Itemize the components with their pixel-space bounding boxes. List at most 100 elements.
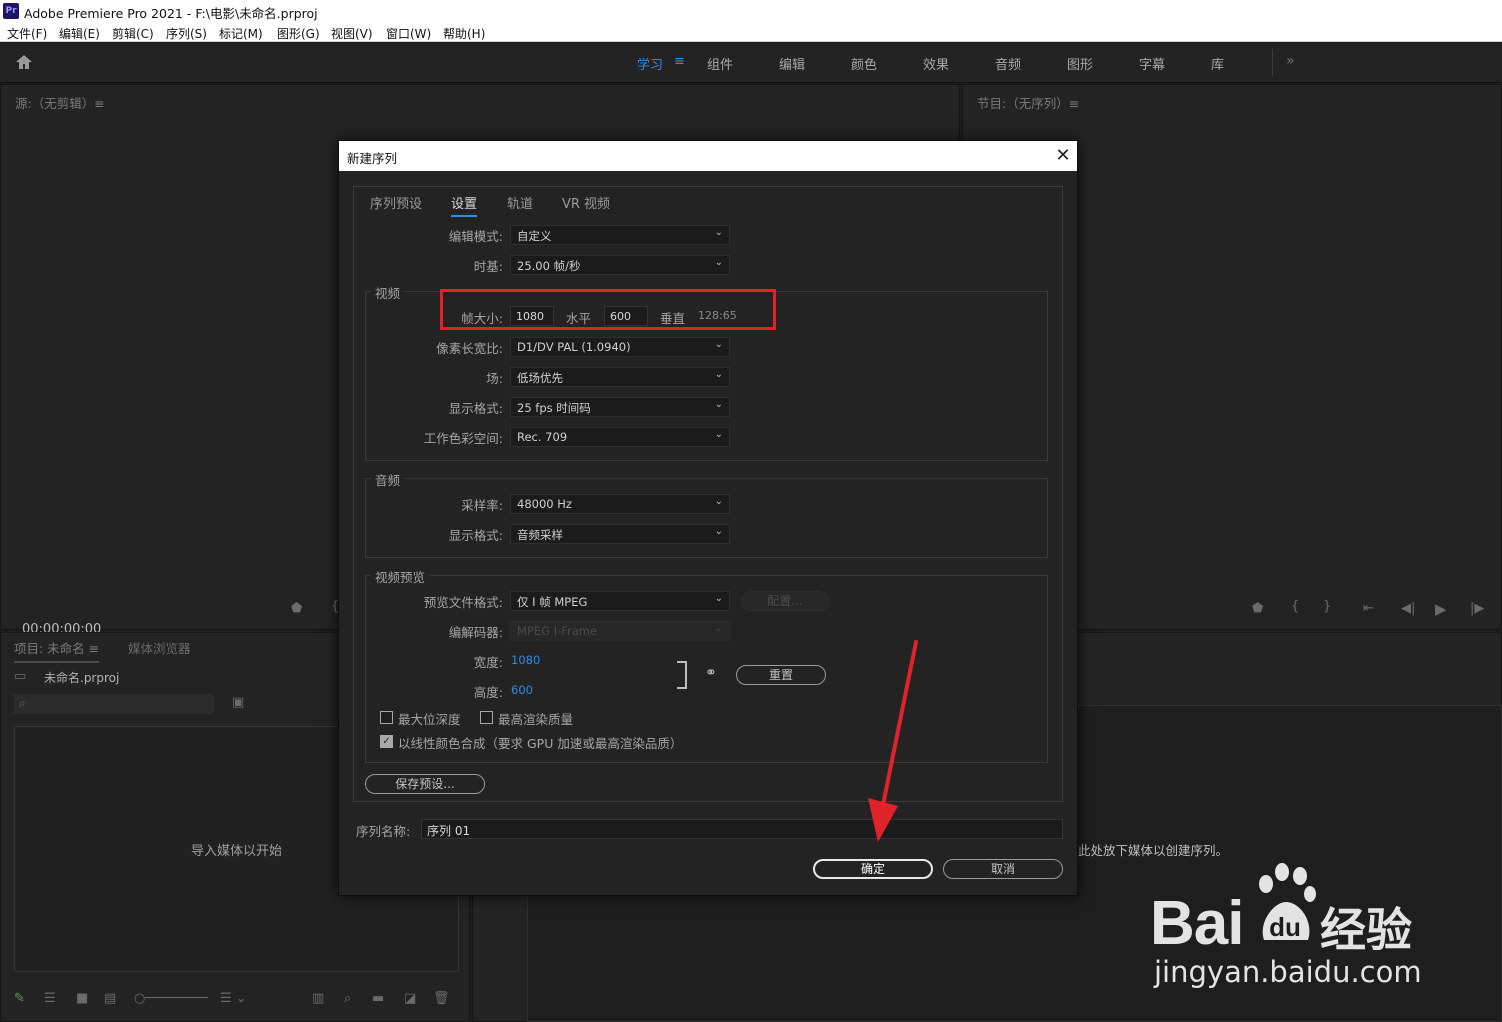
timebase-dropdown[interactable]: 25.00 帧/秒 ⌄ <box>510 255 730 275</box>
program-panel-title[interactable]: 节目:（无序列）≡ <box>977 93 1079 112</box>
menu-window[interactable]: 窗口(W) <box>386 25 431 42</box>
preview-height-value[interactable]: 600 <box>511 683 533 697</box>
workspace-tab-graphics[interactable]: 图形 <box>1067 54 1093 73</box>
paw-icon: du <box>1259 863 1316 942</box>
window-title: Adobe Premiere Pro 2021 - F:\电影\未命名.prpr… <box>24 6 318 21</box>
max-bit-depth-label[interactable]: 最大位深度 <box>398 709 461 728</box>
title-bar: Pr Adobe Premiere Pro 2021 - F:\电影\未命名.p… <box>0 0 1502 22</box>
premiere-app-icon: Pr <box>3 3 19 19</box>
menu-clip[interactable]: 剪辑(C) <box>112 25 154 42</box>
workspace-tab-audio[interactable]: 音频 <box>995 54 1021 73</box>
project-tab[interactable]: 项目: 未命名 ≡ <box>14 638 100 663</box>
pencil-icon[interactable]: ✎ <box>14 991 25 1006</box>
frame-size-highlight <box>440 289 776 330</box>
add-marker-icon[interactable]: ⬟ <box>1252 601 1263 616</box>
home-icon[interactable] <box>14 53 42 73</box>
codec-dropdown[interactable]: MPEG I-Frame ⌄ <box>510 621 730 641</box>
menu-graphics[interactable]: 图形(G) <box>277 25 320 42</box>
sample-rate-label: 采样率: <box>461 498 503 513</box>
tab-sequence-presets[interactable]: 序列预设 <box>370 193 422 212</box>
mark-out-icon[interactable]: } <box>1323 599 1331 614</box>
preview-file-format-label: 预览文件格式: <box>423 595 503 610</box>
baidu-jingyan-watermark: Bai du 经验 jingyan.baidu.com <box>1150 860 1450 1010</box>
fields-label: 场: <box>486 371 503 386</box>
pixel-aspect-dropdown[interactable]: D1/DV PAL (1.0940) ⌄ <box>510 337 730 357</box>
new-bin-icon[interactable]: ▬ <box>372 991 384 1006</box>
project-search-input[interactable]: ⌕ <box>14 694 214 714</box>
tab-tracks[interactable]: 轨道 <box>507 193 533 212</box>
watermark-logo-suffix: 经验 <box>1320 903 1412 957</box>
menu-view[interactable]: 视图(V) <box>331 25 373 42</box>
workspace-tab-learn[interactable]: 学习 <box>637 54 663 73</box>
chevron-down-icon: ⌄ <box>714 369 723 380</box>
video-display-format-dropdown[interactable]: 25 fps 时间码 ⌄ <box>510 397 730 417</box>
chevron-down-icon: ⌄ <box>714 623 723 634</box>
red-arrow-annotation <box>868 640 918 842</box>
workspace-overflow-icon[interactable]: » <box>1286 53 1295 69</box>
list-view-icon[interactable]: ☰ <box>44 991 56 1006</box>
max-bit-depth-checkbox[interactable] <box>380 711 393 724</box>
freeform-view-icon[interactable]: ▤ <box>104 991 116 1006</box>
sample-rate-dropdown[interactable]: 48000 Hz ⌄ <box>510 494 730 514</box>
link-icon[interactable]: ⚭ <box>705 665 717 681</box>
workspace-tab-libraries[interactable]: 库 <box>1211 54 1224 73</box>
preview-width-value[interactable]: 1080 <box>511 653 540 667</box>
cancel-button[interactable]: 取消 <box>943 859 1063 879</box>
color-space-dropdown[interactable]: Rec. 709 ⌄ <box>510 427 730 447</box>
watermark-url: jingyan.baidu.com <box>1154 955 1422 989</box>
new-bin-icon[interactable]: ▣ <box>232 695 244 710</box>
menu-marker[interactable]: 标记(M) <box>219 25 263 42</box>
ok-button[interactable]: 确定 <box>813 859 933 879</box>
menu-edit[interactable]: 编辑(E) <box>59 25 100 42</box>
video-group-label: 视频 <box>371 283 405 302</box>
zoom-slider-icon[interactable]: ○──────── <box>134 991 208 1006</box>
configure-button[interactable]: 配置... <box>741 591 829 611</box>
source-panel-title[interactable]: 源:（无剪辑）≡ <box>15 93 105 112</box>
tab-vr-video[interactable]: VR 视频 <box>562 193 610 212</box>
dialog-title-bar: 新建序列 ✕ <box>339 141 1077 171</box>
new-sequence-dialog: 新建序列 ✕ 序列预设 设置 轨道 VR 视频 编辑模式: 自定义 ⌄ 时基: 2… <box>338 140 1078 896</box>
go-to-in-icon[interactable]: ⇤ <box>1363 601 1374 616</box>
menu-sequence[interactable]: 序列(S) <box>166 25 207 42</box>
step-forward-icon[interactable]: |▶ <box>1470 601 1484 616</box>
timeline-drop-hint: 此处放下媒体以创建序列。 <box>1078 843 1229 858</box>
delete-icon[interactable]: 🗑 <box>433 991 450 1006</box>
workspace-tab-effects[interactable]: 效果 <box>923 54 949 73</box>
step-back-icon[interactable]: ◀| <box>1401 601 1415 616</box>
close-icon[interactable]: ✕ <box>1051 144 1075 168</box>
max-render-quality-checkbox[interactable] <box>480 711 493 724</box>
mark-in-icon[interactable]: { <box>1291 599 1299 614</box>
tab-settings[interactable]: 设置 <box>451 193 478 217</box>
media-browser-tab[interactable]: 媒体浏览器 <box>128 638 191 657</box>
chevron-down-icon: ⌄ <box>714 399 723 410</box>
reset-button[interactable]: 重置 <box>736 665 826 685</box>
menu-help[interactable]: 帮助(H) <box>443 25 485 42</box>
fields-dropdown[interactable]: 低场优先 ⌄ <box>510 367 730 387</box>
new-item-icon[interactable]: ◪ <box>404 991 416 1006</box>
sequence-name-input[interactable]: 序列 01 <box>421 819 1063 839</box>
chevron-down-icon: ⌄ <box>714 526 723 537</box>
audio-display-format-dropdown[interactable]: 音频采样 ⌄ <box>510 524 730 544</box>
edit-mode-dropdown[interactable]: 自定义 ⌄ <box>510 225 730 245</box>
sort-icon[interactable]: ☰ ⌄ <box>220 991 247 1006</box>
chevron-down-icon: ⌄ <box>714 339 723 350</box>
linear-color-label[interactable]: 以线性颜色合成（要求 GPU 加速或最高渲染品质） <box>398 733 682 752</box>
icon-view-icon[interactable]: ■ <box>76 991 88 1006</box>
workspace-menu-icon[interactable]: ≡ <box>674 54 685 69</box>
add-marker-icon[interactable]: ⬟ <box>291 601 302 616</box>
save-preset-button[interactable]: 保存预设... <box>365 774 485 794</box>
timebase-label: 时基: <box>473 259 503 274</box>
preview-file-format-dropdown[interactable]: 仅 I 帧 MPEG ⌄ <box>510 591 730 611</box>
workspace-tab-editing[interactable]: 编辑 <box>779 54 805 73</box>
linear-color-checkbox[interactable]: ✓ <box>380 735 393 748</box>
find-icon[interactable]: ⌕ <box>344 991 351 1006</box>
menu-file[interactable]: 文件(F) <box>7 25 47 42</box>
workspace-tab-color[interactable]: 颜色 <box>851 54 877 73</box>
max-render-quality-label[interactable]: 最高渲染质量 <box>498 709 573 728</box>
workspace-tab-captions[interactable]: 字幕 <box>1139 54 1165 73</box>
folder-icon: ▭ <box>14 669 27 684</box>
workspace-tab-assembly[interactable]: 组件 <box>707 54 733 73</box>
chevron-down-icon: ⌄ <box>714 496 723 507</box>
automate-icon[interactable]: ▥ <box>312 991 324 1006</box>
play-icon[interactable]: ▶ <box>1435 600 1447 618</box>
